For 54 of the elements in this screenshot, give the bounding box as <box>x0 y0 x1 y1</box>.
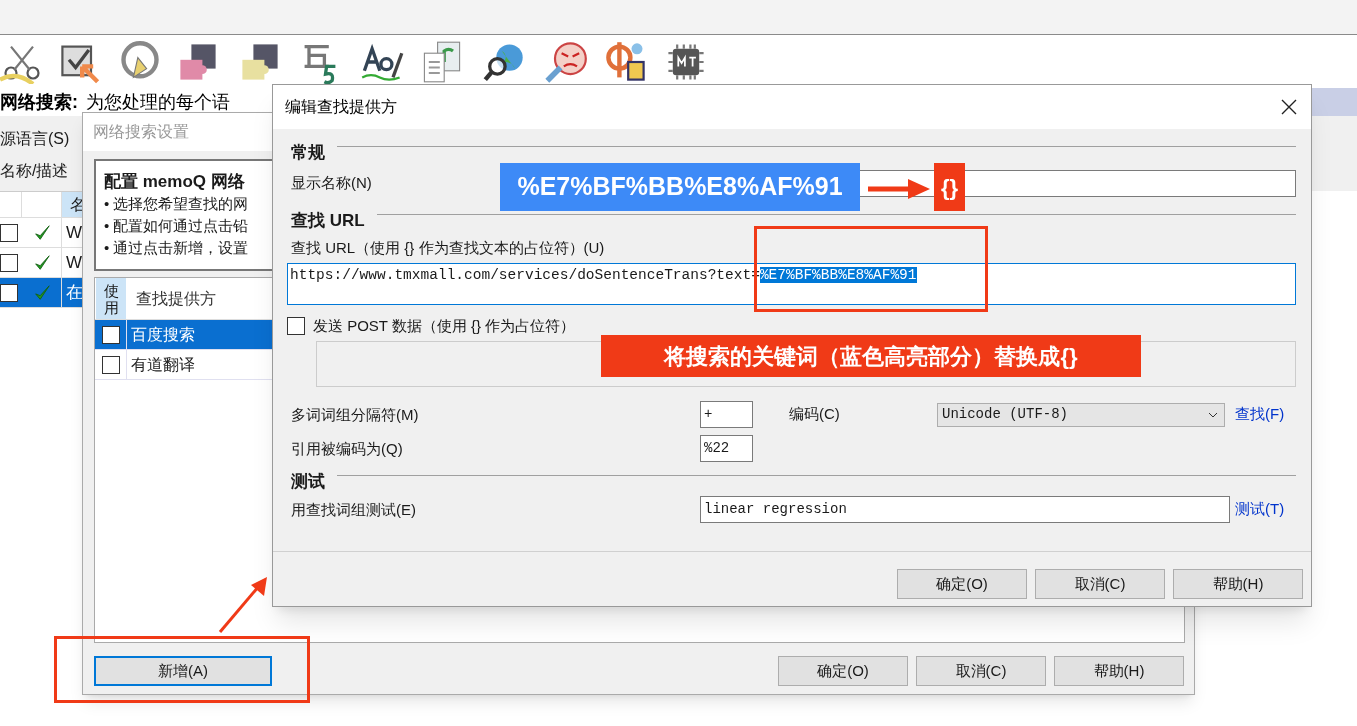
field-label: 显示名称(N) <box>291 174 372 191</box>
add-button[interactable]: 新增(A) <box>94 656 272 686</box>
dialog-button[interactable]: 确定(O) <box>778 656 908 686</box>
close-icon[interactable] <box>1281 99 1297 115</box>
arrow-icon <box>868 179 930 199</box>
field-label: 用查找词组测试(E) <box>291 500 416 518</box>
checkbox[interactable] <box>101 355 120 374</box>
provider-name: 有道翻译 <box>130 355 195 375</box>
section-heading: 常规 <box>290 142 325 164</box>
annotation-label: {} <box>934 163 965 211</box>
field-label: 编码(C) <box>789 404 841 425</box>
info-bullet: • 选择您希望查找的网 <box>104 194 249 214</box>
panel-heading: 网络搜索: <box>0 90 78 114</box>
separator-field[interactable]: + <box>700 401 753 428</box>
column-header[interactable]: 使用 <box>96 278 126 319</box>
annotation-callout: 将搜索的关键词（蓝色高亮部分）替换成{} <box>601 335 1141 377</box>
arrow-icon <box>217 576 269 634</box>
dialog-button[interactable]: 帮助(H) <box>1054 656 1184 686</box>
checkbox[interactable] <box>287 317 305 335</box>
section-heading: 测试 <box>290 471 325 493</box>
window-title: 网络搜索设置 <box>93 122 189 142</box>
field-label: 查找 URL（使用 {} 作为查找文本的占位符）(U) <box>291 239 605 256</box>
checkbox[interactable] <box>0 253 18 272</box>
field-label: 多词词组分隔符(M) <box>291 405 419 423</box>
checkbox[interactable] <box>0 223 18 242</box>
name-filter-label: 名称/描述 <box>0 161 69 181</box>
source-language-label: 源语言(S) <box>0 129 70 149</box>
dialog-button[interactable]: 取消(C) <box>1035 569 1165 599</box>
info-title: 配置 memoQ 网络 <box>104 171 245 193</box>
annotation-label: %E7%BF%BB%E8%AF%91 <box>500 163 860 211</box>
section-heading: 查找 URL <box>290 210 365 232</box>
caret-icon <box>1208 411 1218 418</box>
provider-name: 百度搜索 <box>130 325 195 345</box>
test-phrase-field[interactable]: linear regression <box>700 496 1230 523</box>
panel-description: 为您处理的每个语 <box>86 90 230 114</box>
test-link[interactable]: 测试(T) <box>1235 498 1285 521</box>
checkbox[interactable] <box>0 283 18 302</box>
checkbox-label: 发送 POST 数据（使用 {} 作为占位符） <box>313 315 576 336</box>
dialog-button[interactable]: 取消(C) <box>916 656 1046 686</box>
table-cell-text: W <box>65 222 83 244</box>
field-label: 引用被编码为(Q) <box>291 439 403 457</box>
window-title: 编辑查找提供方 <box>285 97 397 117</box>
info-bullet: • 配置如何通过点击铅 <box>104 216 249 236</box>
info-bullet: • 通过点击新增，设置 <box>104 238 249 258</box>
letters-icon[interactable] <box>604 40 648 84</box>
angry-face-icon[interactable] <box>544 40 588 84</box>
encoding-dropdown[interactable]: Unicode (UTF-8) <box>937 402 1225 427</box>
dialog-button[interactable]: 确定(O) <box>897 569 1027 599</box>
lookup-link[interactable]: 查找(F) <box>1235 403 1285 426</box>
table-cell-text: W <box>65 252 83 274</box>
table-cell-text: 在 <box>65 282 83 304</box>
dialog-button[interactable]: 帮助(H) <box>1173 569 1303 599</box>
checkbox[interactable] <box>101 325 120 344</box>
quote-field[interactable]: %22 <box>700 435 753 462</box>
